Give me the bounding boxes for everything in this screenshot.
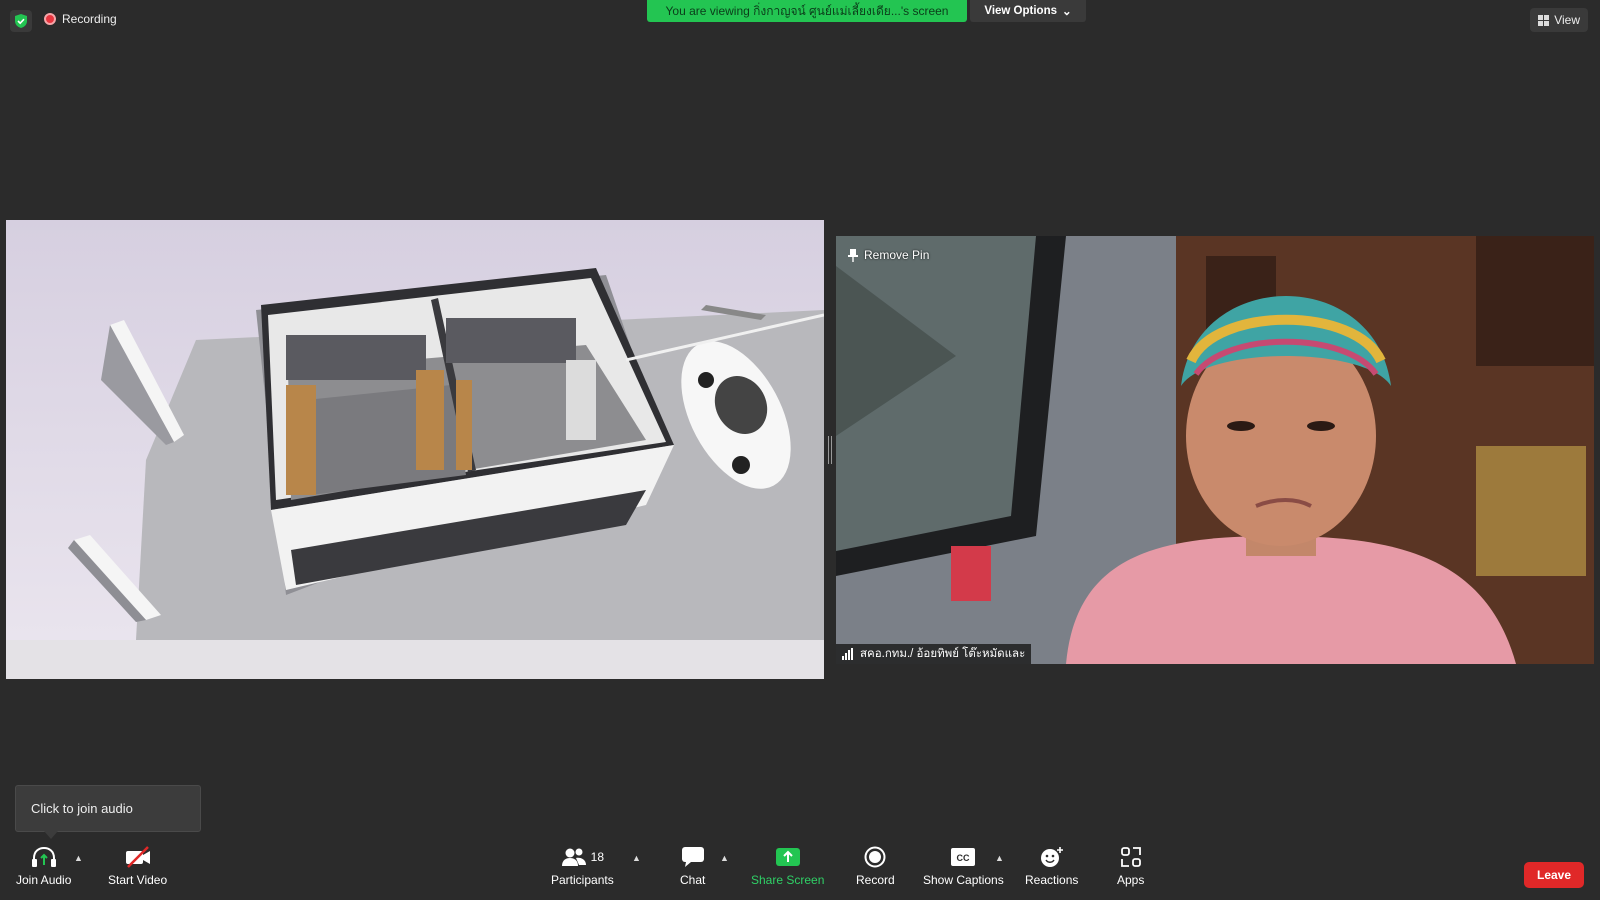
- chat-options-caret-icon[interactable]: ▲: [720, 853, 729, 863]
- signal-strength-icon: [842, 648, 854, 660]
- participant-name-tag: สคอ.กทม./ อ้อยทิพย์ โต๊ะหมัดและ: [836, 644, 1032, 664]
- join-audio-tooltip[interactable]: Click to join audio: [15, 785, 201, 839]
- meeting-toolbar: Join Audio ▲ Start Video 18 Participants…: [0, 845, 1600, 900]
- remove-pin-label: Remove Pin: [864, 248, 930, 262]
- start-video-button[interactable]: Start Video: [108, 845, 167, 887]
- recording-indicator[interactable]: Recording: [44, 12, 117, 26]
- security-shield-icon[interactable]: [10, 10, 32, 32]
- record-label: Record: [856, 873, 895, 887]
- join-audio-button[interactable]: Join Audio: [16, 845, 71, 887]
- participant-name: สคอ.กทม./ อ้อยทิพย์ โต๊ะหมัดและ: [860, 648, 1026, 660]
- view-label: View: [1554, 13, 1580, 27]
- view-options-label: View Options: [984, 5, 1057, 17]
- participants-count: 18: [590, 850, 605, 864]
- leave-button[interactable]: Leave: [1524, 862, 1584, 888]
- chat-label: Chat: [680, 873, 706, 887]
- record-button[interactable]: Record: [856, 845, 895, 887]
- captions-cc-icon: CC: [950, 845, 976, 869]
- share-screen-icon: [775, 845, 801, 869]
- view-options-button[interactable]: View Options ⌄: [970, 0, 1086, 22]
- resize-handle[interactable]: [828, 436, 832, 464]
- captions-options-caret-icon[interactable]: ▲: [995, 853, 1004, 863]
- share-screen-label: Share Screen: [751, 873, 825, 887]
- apps-label: Apps: [1117, 873, 1145, 887]
- svg-text:CC: CC: [957, 853, 970, 863]
- record-icon: [864, 845, 886, 869]
- chat-button[interactable]: Chat: [680, 845, 705, 887]
- start-video-label: Start Video: [108, 873, 168, 887]
- show-captions-label: Show Captions: [923, 873, 1004, 887]
- reactions-label: Reactions: [1025, 873, 1079, 887]
- apps-icon: [1120, 845, 1142, 869]
- participant-video-feed: [836, 236, 1594, 664]
- participants-icon: [561, 848, 586, 866]
- participants-options-caret-icon[interactable]: ▲: [632, 853, 641, 863]
- view-button[interactable]: View: [1530, 8, 1588, 32]
- floor-plan-render: [6, 220, 824, 679]
- participants-label: Participants: [551, 873, 614, 887]
- chevron-down-icon: ⌄: [1062, 6, 1072, 18]
- viewing-screen-banner: You are viewing กิ่งกาญจน์ ศูนย์แม่เลี้ย…: [647, 0, 967, 22]
- apps-button[interactable]: Apps: [1117, 845, 1144, 887]
- reactions-smiley-icon: [1040, 845, 1064, 869]
- share-screen-button[interactable]: Share Screen: [751, 845, 824, 887]
- reactions-button[interactable]: Reactions: [1025, 845, 1078, 887]
- headphones-icon: [31, 845, 57, 869]
- participants-button[interactable]: 18 Participants: [551, 845, 614, 887]
- grid-view-icon: [1538, 14, 1550, 26]
- audio-options-caret-icon[interactable]: ▲: [74, 853, 83, 863]
- join-audio-label: Join Audio: [16, 873, 72, 887]
- recording-label: Recording: [62, 12, 117, 26]
- video-off-icon: [124, 845, 152, 869]
- tooltip-text: Click to join audio: [31, 801, 133, 816]
- show-captions-button[interactable]: CC Show Captions: [923, 845, 1004, 887]
- pin-icon: [848, 248, 858, 262]
- chat-icon: [681, 845, 705, 869]
- remove-pin-button[interactable]: Remove Pin: [848, 248, 929, 262]
- shared-screen-content[interactable]: [6, 220, 824, 679]
- recording-icon: [44, 13, 56, 25]
- participant-video-tile[interactable]: Remove Pin สคอ.กทม./ อ้อยทิพย์ โต๊ะหมัดแ…: [836, 236, 1594, 664]
